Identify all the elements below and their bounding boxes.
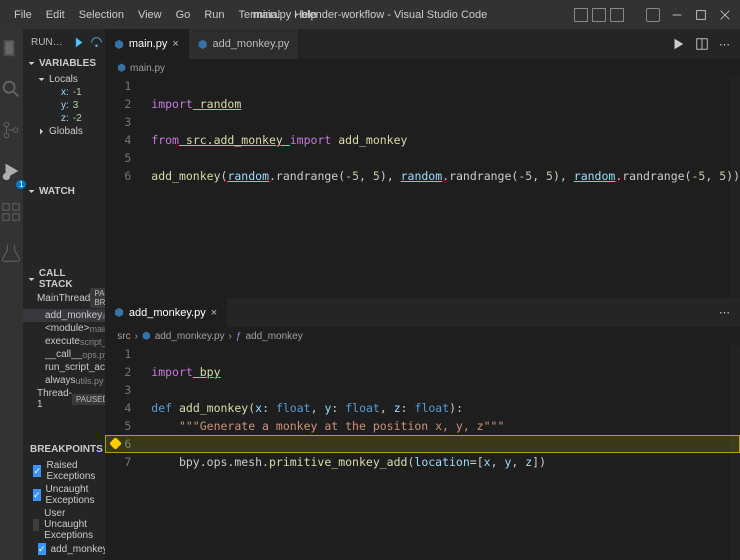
layout-icons[interactable] [574, 8, 624, 22]
chevron-down-icon [27, 59, 36, 68]
layout-customize-icon[interactable] [646, 8, 660, 22]
paused-badge: PAUSED ON BREAKPOINT [90, 288, 105, 308]
bp-raised-exceptions[interactable]: ✓Raised Exceptions [33, 459, 105, 483]
split-editor-icon[interactable] [695, 37, 709, 51]
breadcrumb-2[interactable]: src › ⬢add_monkey.py › ƒ add_monkey [105, 327, 740, 345]
menu-go[interactable]: Go [170, 5, 197, 25]
stack-frame[interactable]: run_script_actionscript_runner.py24:1 [23, 361, 105, 374]
minimap[interactable] [730, 77, 740, 297]
debug-controls[interactable] [71, 36, 106, 49]
stack-frame[interactable]: __call__ops.py130:1 [23, 348, 105, 361]
python-file-icon: ⬢ [114, 306, 124, 319]
chevron-down-icon [27, 187, 36, 196]
python-file-icon: ⬢ [117, 63, 126, 74]
close-icon[interactable]: × [172, 38, 178, 50]
minimize-icon[interactable] [670, 8, 684, 22]
close-icon[interactable]: × [211, 307, 217, 319]
python-file-icon: ⬢ [142, 331, 151, 342]
explorer-icon[interactable] [0, 37, 22, 62]
watch-body [23, 199, 105, 271]
debug-sidebar: RUN… ⋯ ▾ ⋯ VARIABLES Locals x:-1 y:3 z:-… [23, 29, 105, 560]
breakpoints-header[interactable]: BREAKPOINTS [23, 441, 105, 457]
function-icon: ƒ [236, 331, 242, 342]
tab-main-py[interactable]: ⬢main.py× [105, 29, 189, 59]
source-control-icon[interactable] [0, 119, 22, 144]
bp-user-uncaught[interactable]: User Uncaught Exceptions [33, 507, 105, 542]
thread-1[interactable]: Thread-1 PAUSED [23, 387, 105, 411]
globals-group[interactable]: Globals [37, 125, 105, 138]
current-line-highlight [105, 435, 740, 453]
continue-icon [71, 36, 84, 49]
bp-file[interactable]: ✓add_monkey.pysrc6 [33, 542, 105, 556]
stack-frame[interactable]: alwaysutils.py22:1 [23, 374, 105, 387]
activity-bar: 1 [0, 29, 23, 560]
close-icon[interactable] [718, 8, 732, 22]
tab-add-monkey-py[interactable]: ⬢add_monkey.py [189, 29, 299, 59]
chevron-right-icon [37, 127, 46, 136]
run-debug-icon[interactable]: 1 [0, 160, 22, 185]
chevron-down-icon [37, 75, 46, 84]
stack-frame[interactable]: executescript_runner.py16:1 [23, 335, 105, 348]
chevron-down-icon [27, 275, 36, 284]
breadcrumb[interactable]: ⬢main.py [105, 59, 740, 77]
title-bar: File Edit Selection View Go Run Terminal… [0, 0, 740, 29]
menu-selection[interactable]: Selection [73, 5, 130, 25]
run-icon[interactable] [671, 37, 685, 51]
editor-tabs: ⬢main.py× ⬢add_monkey.py ⋯ [105, 29, 740, 59]
more-icon[interactable]: ⋯ [719, 38, 730, 51]
editor-add-monkey[interactable]: 1234567 import bpy def add_monkey(x: flo… [105, 345, 740, 560]
editor2-tabs: ⬢add_monkey.py× ⋯ [105, 297, 740, 327]
bp-uncaught-exceptions[interactable]: ✓Uncaught Exceptions [33, 483, 105, 507]
python-file-icon: ⬢ [114, 38, 124, 51]
line-gutter: 123456 [105, 77, 145, 297]
menu-edit[interactable]: Edit [40, 5, 71, 25]
maximize-icon[interactable] [694, 8, 708, 22]
stack-frame[interactable]: add_monkeyadd_monkey.py6:1 [23, 309, 105, 322]
menu-run[interactable]: Run [198, 5, 230, 25]
editor-area: ⬢main.py× ⬢add_monkey.py ⋯ ⬢main.py 1234… [105, 29, 740, 560]
step-over-icon [90, 36, 103, 49]
more-icon[interactable]: ⋯ [719, 306, 730, 319]
locals-group[interactable]: Locals [37, 73, 105, 86]
minimap[interactable] [730, 345, 740, 560]
testing-icon[interactable] [0, 242, 22, 267]
run-label: RUN… [31, 37, 63, 48]
menu-file[interactable]: File [8, 5, 38, 25]
variables-header[interactable]: VARIABLES [23, 55, 105, 71]
watch-header[interactable]: WATCH [23, 183, 105, 199]
editor-main[interactable]: 123456 import random from src.add_monkey… [105, 77, 740, 297]
run-header: RUN… ⋯ ▾ ⋯ [23, 29, 105, 55]
menu-view[interactable]: View [132, 5, 168, 25]
variable-y[interactable]: y:3 [37, 99, 105, 112]
paused-badge: PAUSED [72, 394, 105, 405]
tab-add-monkey-py-2[interactable]: ⬢add_monkey.py× [105, 298, 227, 327]
window-title: main.py - blender-workflow - Visual Stud… [253, 9, 488, 21]
thread-main[interactable]: MainThread PAUSED ON BREAKPOINT [23, 287, 105, 309]
callstack-header[interactable]: CALL STACK [23, 271, 105, 287]
search-icon[interactable] [0, 78, 22, 103]
variable-x[interactable]: x:-1 [37, 86, 105, 99]
variable-z[interactable]: z:-2 [37, 112, 105, 125]
python-file-icon: ⬢ [198, 38, 208, 51]
extensions-icon[interactable] [0, 201, 22, 226]
stack-frame[interactable]: <module>main.py5:1 [23, 322, 105, 335]
